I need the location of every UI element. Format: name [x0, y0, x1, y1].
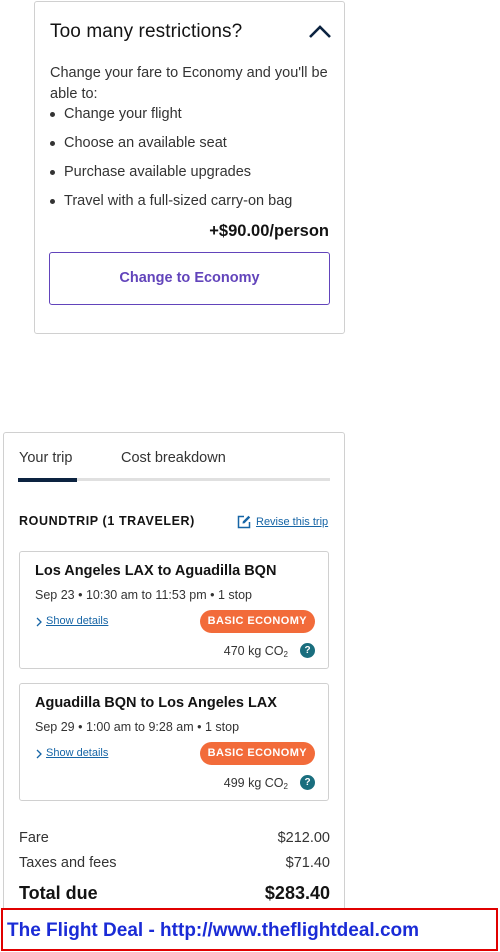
taxes-value: $71.40	[285, 855, 330, 871]
change-to-economy-button[interactable]: Change to Economy	[49, 252, 330, 305]
bullet-icon	[50, 112, 55, 117]
fare-label: Fare	[19, 830, 49, 846]
total-row: Total due $283.40	[19, 883, 330, 903]
restrictions-title: Too many restrictions?	[50, 21, 243, 42]
help-icon[interactable]: ?	[300, 775, 315, 790]
upgrade-price: +$90.00/person	[209, 222, 329, 240]
chevron-right-icon	[36, 749, 42, 759]
total-label: Total due	[19, 883, 98, 903]
flight-segment-outbound: Los Angeles LAX to Aguadilla BQN Sep 23 …	[19, 551, 329, 669]
benefit-item: Change your flight	[50, 104, 182, 133]
co2-emissions: 499 kg CO2	[223, 776, 288, 791]
watermark-banner: The Flight Deal - http://www.theflightde…	[1, 908, 498, 951]
fare-class-badge: BASIC ECONOMY	[199, 742, 315, 765]
revise-trip-label: Revise this trip	[256, 516, 329, 528]
show-details-label: Show details	[46, 615, 109, 627]
segment-route: Aguadilla BQN to Los Angeles LAX	[35, 695, 277, 711]
benefits-list: Change your flight Choose an available s…	[50, 104, 292, 220]
benefit-item: Choose an available seat	[50, 133, 227, 162]
benefit-item: Purchase available upgrades	[50, 162, 251, 191]
taxes-row: Taxes and fees $71.40	[19, 855, 330, 875]
segment-times: Sep 23 • 10:30 am to 11:53 pm • 1 stop	[35, 588, 252, 602]
fare-restrictions-card: Too many restrictions? Change your fare …	[34, 1, 345, 334]
fare-row: Fare $212.00	[19, 830, 330, 850]
fare-value: $212.00	[277, 830, 330, 846]
segment-route: Los Angeles LAX to Aguadilla BQN	[35, 563, 277, 579]
benefit-item: Travel with a full-sized carry-on bag	[50, 191, 292, 220]
show-details-label: Show details	[46, 747, 109, 759]
trip-summary-card: Your trip Cost breakdown ROUNDTRIP (1 TR…	[3, 432, 345, 912]
chevron-right-icon	[36, 617, 42, 627]
fare-class-badge: BASIC ECONOMY	[199, 610, 315, 633]
total-value: $283.40	[264, 883, 330, 903]
help-icon[interactable]: ?	[300, 643, 315, 658]
active-tab-indicator	[18, 478, 77, 482]
roundtrip-heading: ROUNDTRIP (1 TRAVELER)	[19, 514, 195, 528]
watermark-text: The Flight Deal - http://www.theflightde…	[7, 920, 420, 941]
chevron-up-icon[interactable]	[307, 22, 333, 40]
segment-times: Sep 29 • 1:00 am to 9:28 am • 1 stop	[35, 720, 240, 734]
co2-emissions: 470 kg CO2	[223, 644, 288, 659]
trip-tabs: Your trip Cost breakdown	[18, 450, 330, 482]
tab-your-trip[interactable]: Your trip	[19, 450, 72, 466]
restrictions-intro: Change your fare to Economy and you'll b…	[50, 65, 328, 102]
tab-cost-breakdown[interactable]: Cost breakdown	[121, 450, 226, 466]
taxes-label: Taxes and fees	[19, 855, 117, 871]
bullet-icon	[50, 170, 55, 175]
flight-segment-return: Aguadilla BQN to Los Angeles LAX Sep 29 …	[19, 683, 329, 801]
bullet-icon	[50, 141, 55, 146]
edit-icon	[237, 515, 251, 529]
bullet-icon	[50, 199, 55, 204]
